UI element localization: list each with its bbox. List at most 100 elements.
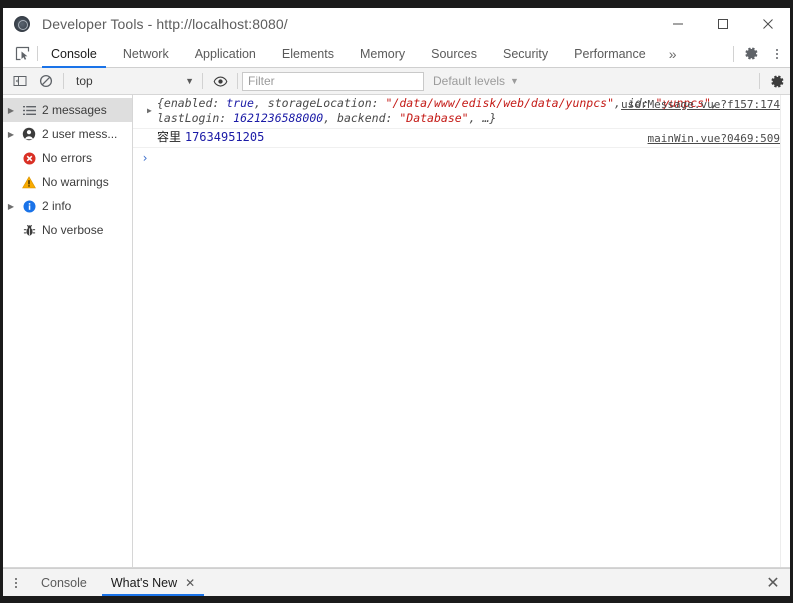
console-sidebar: ▶ 2 messages ▶ 2 user mess... No errors … [3,95,133,567]
tab-performance[interactable]: Performance [561,40,659,67]
tab-label: Performance [574,46,646,61]
sidebar-item-verbose[interactable]: No verbose [3,218,132,242]
obj-token: {enabled: [157,96,227,110]
expand-arrow-icon[interactable]: ▶ [3,130,19,139]
obj-token: , storageLocation: [253,96,386,110]
warning-icon [19,175,39,189]
log-label: 容里 [157,130,182,144]
tab-sources[interactable]: Sources [418,40,490,67]
screen: Developer Tools - http://localhost:8080/ [0,0,793,603]
sidebar-item-errors[interactable]: No errors [3,146,132,170]
divider [237,73,238,89]
window-title: Developer Tools - http://localhost:8080/ [42,16,288,32]
expand-arrow-icon[interactable]: ▶ [3,202,19,211]
drawer-tab-console[interactable]: Console [29,569,99,596]
console-scrollbar[interactable] [780,95,790,567]
expand-arrow-icon[interactable]: ▶ [3,106,19,115]
tab-label: Network [122,46,169,61]
title-bar: Developer Tools - http://localhost:8080/ [3,8,790,40]
minimize-button[interactable] [655,8,700,40]
chevron-down-icon: ▼ [510,76,519,86]
obj-token: 1621236588000 [233,111,324,125]
divider [202,73,203,89]
close-drawer-icon[interactable]: ✕ [756,573,790,593]
console-message-list[interactable]: ▶ userMessage.vue?f157:174 {enabled: tru… [133,95,790,567]
devtools-gear-icon [14,16,30,32]
clear-console-icon[interactable] [33,67,59,95]
sidebar-item-warnings[interactable]: No warnings [3,170,132,194]
obj-token: , backend: [323,111,400,125]
sidebar-item-user-messages[interactable]: ▶ 2 user mess... [3,122,132,146]
tab-security[interactable]: Security [490,40,561,67]
execution-context-selector[interactable]: top ▼ [68,72,198,91]
sidebar-item-label: 2 messages [42,103,107,117]
tab-elements[interactable]: Elements [269,40,347,67]
close-button[interactable] [745,8,790,40]
kebab-menu-icon[interactable] [3,569,29,596]
divider [733,45,734,62]
filter-input[interactable] [242,71,424,91]
error-icon [19,152,39,165]
bug-icon [19,224,39,237]
sidebar-item-messages[interactable]: ▶ 2 messages [3,98,132,122]
user-icon [19,127,39,141]
obj-token: "/data/www/edisk/web/data/yunpcs" [385,96,614,110]
more-tabs-button[interactable]: » [659,40,687,67]
chevron-down-icon: ▼ [185,76,194,86]
source-link[interactable]: mainWin.vue?0469:509 [648,131,780,146]
console-message-plain[interactable]: mainWin.vue?0469:509 容里 17634951205 [133,129,790,148]
info-icon [19,200,39,213]
console-message-object[interactable]: ▶ userMessage.vue?f157:174 {enabled: tru… [133,95,790,129]
window-controls [655,8,790,40]
list-icon [19,104,39,117]
drawer-tab-label: Console [41,575,87,590]
kebab-menu-icon[interactable] [764,40,790,68]
sidebar-item-info[interactable]: ▶ 2 info [3,194,132,218]
obj-token: "Database" [399,111,469,125]
console-prompt[interactable]: › [133,148,790,166]
log-value: 17634951205 [184,130,265,144]
log-level-selector[interactable]: Default levels ▼ [433,74,519,88]
execution-context-value: top [76,74,93,88]
sidebar-item-label: No warnings [42,175,109,189]
tab-label: Application [194,46,256,61]
obj-token: true [226,96,254,110]
drawer-actions: ✕ [756,569,790,596]
tab-network[interactable]: Network [110,40,182,67]
sidebar-item-label: 2 info [42,199,72,213]
maximize-button[interactable] [700,8,745,40]
source-link[interactable]: userMessage.vue?f157:174 [621,97,780,112]
divider [759,73,760,89]
expand-arrow-icon[interactable]: ▶ [147,103,152,118]
tab-label: Sources [431,46,477,61]
panel-tab-bar: Console Network Application Elements Mem… [3,40,790,68]
sidebar-item-label: No errors [42,151,93,165]
inspect-element-icon[interactable] [7,40,37,67]
gear-icon[interactable] [738,40,764,68]
live-expression-eye-icon[interactable] [207,67,233,95]
tab-memory[interactable]: Memory [347,40,418,67]
tab-label: Security [503,46,549,61]
drawer-tab-whats-new[interactable]: What's New ✕ [99,569,207,596]
console-toolbar: top ▼ Default levels ▼ [3,68,790,95]
devtools-window: Developer Tools - http://localhost:8080/ [3,8,790,596]
drawer-tab-bar: Console What's New ✕ ✕ [3,568,790,596]
tab-label: Memory [359,46,406,61]
drawer-tab-label: What's New [110,575,178,590]
divider [63,73,64,89]
tab-bar-actions [729,40,790,67]
show-console-sidebar-icon[interactable] [7,67,33,95]
prompt-caret-icon: › [141,151,149,165]
console-settings-gear-icon[interactable] [764,67,790,95]
obj-token: , …} [468,111,497,125]
tab-label: Elements [281,46,334,61]
close-icon[interactable]: ✕ [185,576,195,590]
sidebar-item-label: No verbose [42,223,104,237]
console-body: ▶ 2 messages ▶ 2 user mess... No errors … [3,95,790,568]
console-toolbar-actions [755,67,790,95]
tab-console[interactable]: Console [38,40,110,68]
sidebar-item-label: 2 user mess... [42,127,118,141]
tab-label: Console [51,46,97,61]
tab-application[interactable]: Application [182,40,269,67]
log-level-label: Default levels [433,74,506,88]
